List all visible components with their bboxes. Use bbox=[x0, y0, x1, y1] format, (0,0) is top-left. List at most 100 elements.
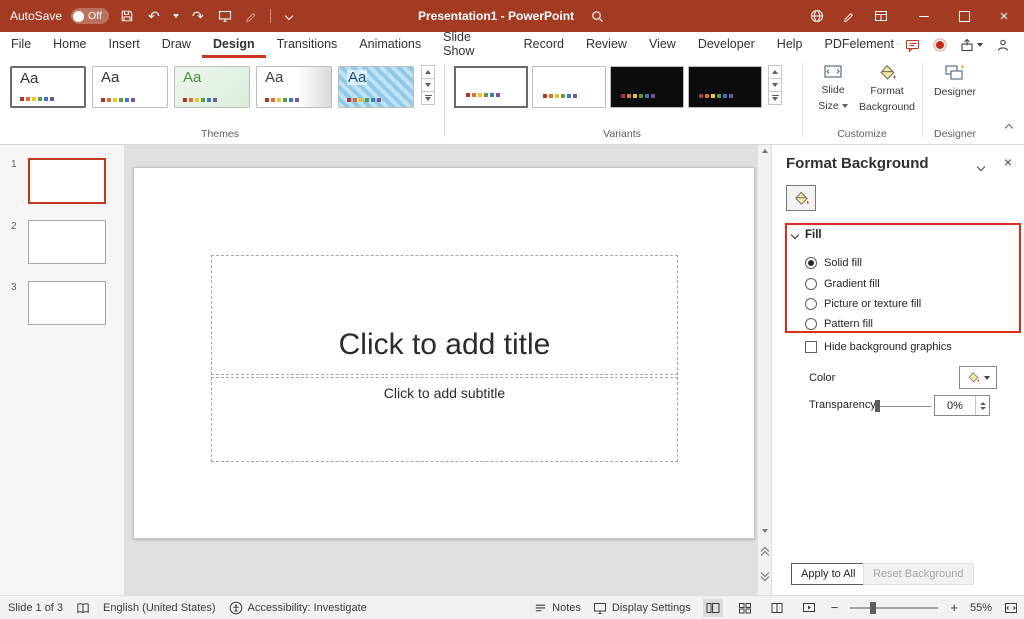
tab-transitions[interactable]: Transitions bbox=[266, 32, 349, 58]
pen-icon[interactable] bbox=[840, 7, 858, 25]
transparency-slider-thumb[interactable] bbox=[875, 400, 880, 412]
slide-thumbnail-2[interactable] bbox=[28, 220, 106, 264]
next-slide-button[interactable] bbox=[758, 571, 771, 579]
fill-tool-button[interactable] bbox=[786, 185, 816, 211]
picture-texture-fill-option[interactable]: Picture or texture fill bbox=[805, 294, 921, 314]
variants-scroll-down-icon[interactable] bbox=[768, 78, 782, 92]
solid-fill-option[interactable]: Solid fill bbox=[805, 253, 862, 273]
slide-thumbnail-3[interactable] bbox=[28, 281, 106, 325]
tab-view[interactable]: View bbox=[638, 32, 687, 58]
vertical-scrollbar[interactable] bbox=[757, 145, 771, 595]
share-icon[interactable] bbox=[960, 38, 983, 52]
themes-scroll-up-icon[interactable] bbox=[421, 65, 435, 79]
tab-developer[interactable]: Developer bbox=[687, 32, 766, 58]
reading-view-button[interactable] bbox=[767, 599, 787, 617]
themes-scroll-down-icon[interactable] bbox=[421, 78, 435, 92]
tab-help[interactable]: Help bbox=[766, 32, 814, 58]
tab-record[interactable]: Record bbox=[513, 32, 575, 58]
theme-thumbnail-2[interactable]: Aa bbox=[92, 66, 168, 108]
tab-home[interactable]: Home bbox=[42, 32, 97, 58]
maximize-button[interactable] bbox=[944, 0, 984, 32]
zoom-slider-thumb[interactable] bbox=[870, 602, 876, 614]
fit-to-window-icon[interactable] bbox=[1004, 601, 1018, 615]
display-settings-button[interactable]: Display Settings bbox=[593, 601, 691, 615]
tab-draw[interactable]: Draw bbox=[151, 32, 202, 58]
save-icon[interactable] bbox=[118, 7, 136, 25]
undo-icon[interactable]: ↶ bbox=[145, 7, 163, 25]
themes-more-icon[interactable] bbox=[421, 91, 435, 105]
picture-texture-fill-label: Picture or texture fill bbox=[824, 298, 921, 310]
scroll-down-icon[interactable] bbox=[758, 529, 771, 533]
redo-icon[interactable]: ↷ bbox=[189, 7, 207, 25]
subtitle-placeholder[interactable]: Click to add subtitle bbox=[211, 377, 678, 462]
tab-animations[interactable]: Animations bbox=[348, 32, 432, 58]
transparency-slider[interactable] bbox=[877, 406, 931, 407]
variant-thumbnail-2[interactable] bbox=[532, 66, 606, 108]
format-background-button[interactable]: Format Background bbox=[858, 63, 916, 113]
slide-canvas[interactable]: Click to add title Click to add subtitle bbox=[125, 145, 757, 595]
fill-section-header[interactable]: Fill bbox=[792, 229, 822, 241]
collapse-ribbon-icon[interactable] bbox=[1006, 118, 1012, 136]
comments-icon[interactable] bbox=[905, 38, 920, 53]
variants-more-icon[interactable] bbox=[768, 91, 782, 105]
search-icon[interactable] bbox=[588, 7, 606, 25]
transparency-spinner[interactable]: 0% bbox=[934, 395, 990, 416]
spinner-up-icon[interactable] bbox=[980, 402, 986, 405]
tab-design[interactable]: Design bbox=[202, 32, 266, 58]
variant-thumbnail-1[interactable] bbox=[454, 66, 528, 108]
highlighter-icon[interactable] bbox=[243, 7, 261, 25]
autosave-knob bbox=[73, 11, 84, 22]
close-button[interactable]: × bbox=[984, 0, 1024, 32]
globe-icon[interactable] bbox=[808, 7, 826, 25]
qat-customize-chevron-icon[interactable] bbox=[280, 7, 298, 25]
zoom-in-button[interactable]: + bbox=[950, 601, 958, 614]
proofing-book-icon[interactable] bbox=[76, 601, 90, 615]
slideshow-view-button[interactable] bbox=[799, 599, 819, 617]
normal-view-button[interactable] bbox=[703, 599, 723, 617]
theme-thumbnail-3[interactable]: Aa bbox=[174, 66, 250, 108]
slide-size-icon bbox=[823, 63, 843, 81]
slide-size-button[interactable]: Slide Size bbox=[810, 63, 856, 112]
notes-button[interactable]: Notes bbox=[534, 601, 581, 614]
pane-close-icon[interactable]: × bbox=[1004, 154, 1012, 170]
title-placeholder[interactable]: Click to add title bbox=[211, 255, 678, 375]
variant-thumbnail-3[interactable] bbox=[610, 66, 684, 108]
designer-button[interactable]: Designer bbox=[928, 63, 982, 99]
zoom-slider[interactable] bbox=[850, 607, 938, 609]
theme-thumbnail-office[interactable]: Aa bbox=[10, 66, 86, 108]
tab-pdfelement[interactable]: PDFelement bbox=[814, 32, 905, 58]
slide-sorter-view-button[interactable] bbox=[735, 599, 755, 617]
scroll-up-icon[interactable] bbox=[758, 149, 771, 153]
tab-file[interactable]: File bbox=[0, 32, 42, 58]
start-slideshow-icon[interactable] bbox=[216, 7, 234, 25]
share-person-icon[interactable] bbox=[996, 38, 1010, 52]
tab-slide-show[interactable]: Slide Show bbox=[432, 32, 513, 58]
pattern-fill-option[interactable]: Pattern fill bbox=[805, 314, 873, 334]
accessibility-status[interactable]: Accessibility: Investigate bbox=[229, 601, 367, 615]
language-selector[interactable]: English (United States) bbox=[103, 602, 216, 614]
hide-background-graphics-checkbox[interactable]: Hide background graphics bbox=[805, 337, 952, 357]
tab-insert[interactable]: Insert bbox=[98, 32, 151, 58]
theme-thumbnail-5[interactable]: Aa bbox=[338, 66, 414, 108]
slide-thumbnail-1[interactable] bbox=[28, 158, 106, 204]
zoom-percentage[interactable]: 55% bbox=[970, 602, 992, 614]
slide-editing-surface[interactable]: Click to add title Click to add subtitle bbox=[133, 167, 755, 539]
previous-slide-button[interactable] bbox=[758, 549, 771, 557]
theme-thumbnail-4[interactable]: Aa bbox=[256, 66, 332, 108]
undo-chevron-icon[interactable] bbox=[172, 7, 180, 25]
zoom-out-button[interactable]: − bbox=[831, 601, 839, 614]
reset-background-button[interactable]: Reset Background bbox=[863, 563, 974, 585]
autosave-state: Off bbox=[88, 10, 102, 22]
minimize-button[interactable] bbox=[904, 0, 944, 32]
variants-scroll-up-icon[interactable] bbox=[768, 65, 782, 79]
spinner-down-icon[interactable] bbox=[980, 407, 986, 410]
gradient-fill-option[interactable]: Gradient fill bbox=[805, 274, 880, 294]
tab-review[interactable]: Review bbox=[575, 32, 638, 58]
variant-thumbnail-4[interactable] bbox=[688, 66, 762, 108]
window-grid-icon[interactable] bbox=[872, 7, 890, 25]
apply-to-all-button[interactable]: Apply to All bbox=[791, 563, 865, 585]
color-picker-button[interactable] bbox=[959, 366, 997, 389]
autosave-toggle[interactable]: Off bbox=[71, 8, 109, 24]
record-icon[interactable] bbox=[933, 38, 947, 52]
pane-options-chevron-icon[interactable] bbox=[978, 161, 984, 173]
